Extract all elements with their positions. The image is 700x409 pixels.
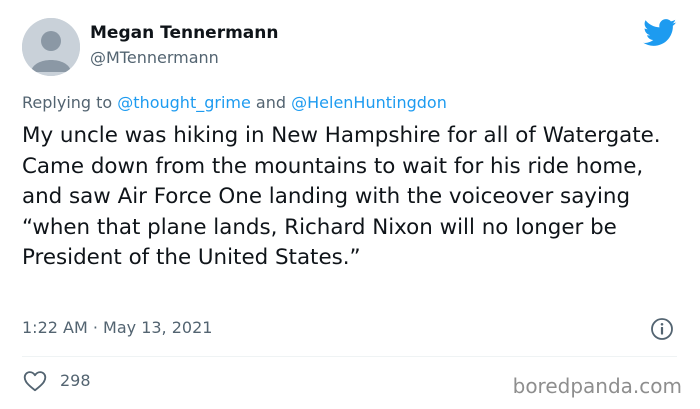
mention-thought-grime[interactable]: @thought_grime [117, 93, 251, 112]
reply-prefix: Replying to [22, 93, 113, 112]
heart-icon [23, 371, 47, 392]
divider [22, 356, 677, 357]
tweet-card: Megan Tennermann @MTennermann Replying t… [0, 0, 700, 409]
tweet-timestamp[interactable]: 1:22 AM · May 13, 2021 [22, 317, 212, 339]
author-handle[interactable]: @MTennermann [90, 48, 219, 68]
like-count: 298 [60, 371, 91, 390]
like-button[interactable]: 298 [22, 368, 91, 394]
twitter-bird-icon[interactable] [643, 19, 677, 47]
reply-context: Replying to @thought_grime and @HelenHun… [22, 92, 447, 114]
default-avatar-icon [22, 18, 80, 76]
info-icon[interactable] [650, 317, 674, 341]
avatar[interactable] [22, 18, 80, 76]
mention-helen-huntingdon[interactable]: @HelenHuntingdon [291, 93, 447, 112]
author-name[interactable]: Megan Tennermann [90, 23, 279, 43]
watermark: boredpanda.com [512, 374, 682, 398]
tweet-text: My uncle was hiking in New Hampshire for… [22, 123, 661, 271]
reply-conjunction: and [255, 93, 287, 112]
